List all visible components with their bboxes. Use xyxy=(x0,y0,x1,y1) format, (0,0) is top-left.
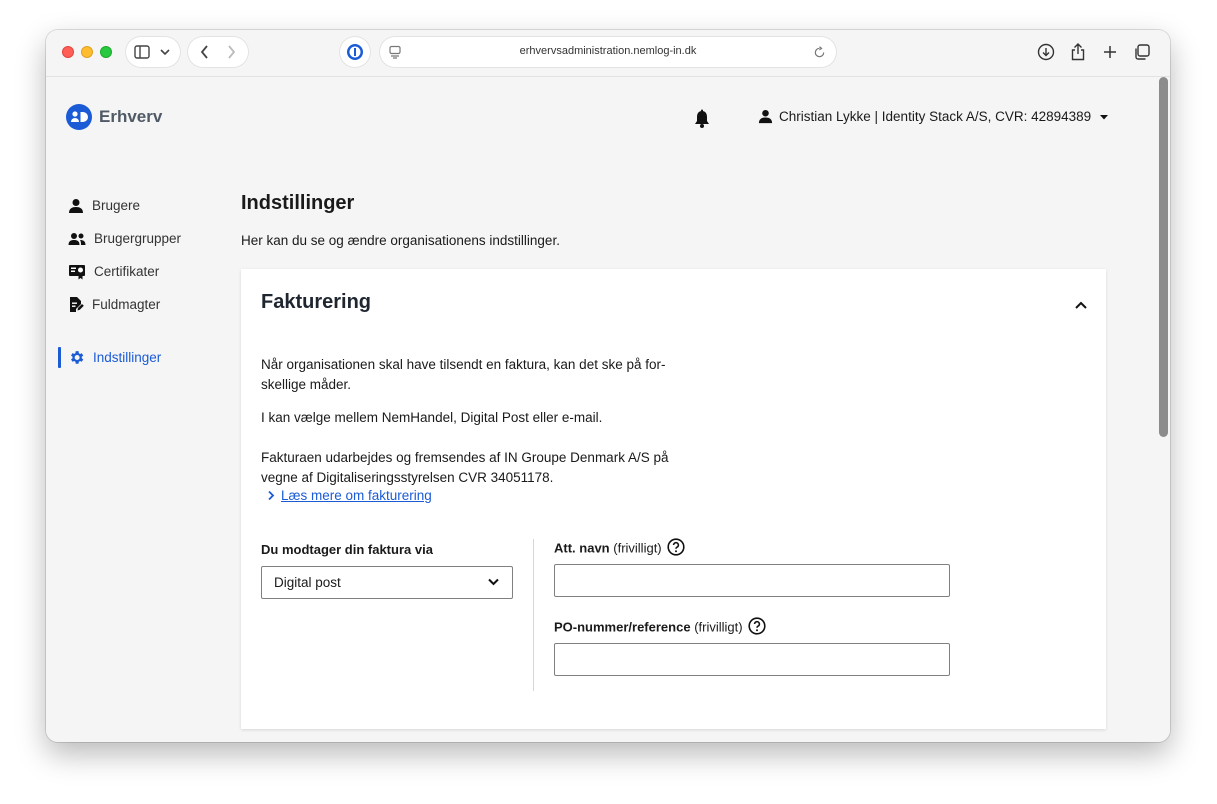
url-text: erhvervsadministration.nemlog-in.dk xyxy=(519,45,697,57)
page-title: Indstillinger xyxy=(241,192,355,214)
fakturering-card: Fakturering Når organisationen skal have… xyxy=(241,269,1106,729)
minimize-window-button[interactable] xyxy=(81,46,93,58)
bell-icon xyxy=(695,109,709,128)
column-divider xyxy=(533,539,534,691)
brand-logo[interactable]: Erhverv xyxy=(66,104,162,130)
att-label-text: Att. navn xyxy=(554,540,610,556)
billing-provider-text: Fakturaen udarbejdes og fremsendes af IN… xyxy=(261,450,669,485)
card-title: Fakturering xyxy=(261,291,372,313)
sidebar-item-label: Certifikater xyxy=(94,264,160,279)
chevron-down-icon xyxy=(160,49,170,56)
billing-options-text: I kan vælge mellem NemHandel, Digital Po… xyxy=(261,410,603,425)
share-button[interactable] xyxy=(1064,37,1092,67)
forward-button[interactable] xyxy=(218,39,244,65)
att-optional-text: (frivilligt) xyxy=(613,540,662,556)
document-edit-icon xyxy=(70,297,84,312)
browser-actions xyxy=(1032,37,1156,67)
sidebar-item-label: Indstillinger xyxy=(93,350,162,365)
tab-overview-button[interactable] xyxy=(1128,37,1156,67)
notifications-button[interactable] xyxy=(693,109,711,134)
sidebar-item-label: Fuldmagter xyxy=(92,297,161,312)
caret-down-icon xyxy=(1100,114,1109,119)
downloads-button[interactable] xyxy=(1032,37,1060,67)
page-description: Her kan du se og ændre organisationens i… xyxy=(241,233,560,248)
password-manager-icon xyxy=(347,44,363,60)
page-content: Erhverv Christian Lykke | Identity Stack… xyxy=(46,77,1170,742)
browser-window: erhvervsadministration.nemlog-in.dk Erhv… xyxy=(46,30,1170,742)
att-label: Att. navn (frivilligt) xyxy=(554,538,685,558)
chevron-right-icon xyxy=(268,490,275,501)
sidebar-item-indstillinger[interactable]: Indstillinger xyxy=(58,341,226,374)
plus-icon xyxy=(1104,46,1116,58)
read-more-link[interactable]: Læs mere om fakturering xyxy=(267,488,432,503)
password-manager-button[interactable] xyxy=(340,37,370,67)
sidebar-toggle-button[interactable] xyxy=(126,37,180,67)
delivery-label: Du modtager din faktura via xyxy=(261,542,433,557)
sidebar-item-certifikater[interactable]: Certifikater xyxy=(66,255,226,288)
back-button[interactable] xyxy=(192,39,218,65)
sidebar-item-label: Brugergrupper xyxy=(94,231,182,246)
erhverv-logo-icon xyxy=(66,104,92,130)
help-icon xyxy=(748,617,766,635)
person-icon xyxy=(758,109,773,124)
sidebar-nav: Brugere Brugergrupper Certifikater Fuldm… xyxy=(58,189,226,374)
gear-icon xyxy=(71,351,84,364)
collapse-button[interactable] xyxy=(1074,297,1088,315)
close-window-button[interactable] xyxy=(62,46,74,58)
user-menu[interactable]: Christian Lykke | Identity Stack A/S, CV… xyxy=(758,109,1109,124)
att-help-button[interactable] xyxy=(667,538,685,556)
sidebar-icon xyxy=(134,45,150,59)
new-tab-button[interactable] xyxy=(1096,37,1124,67)
chevron-right-icon xyxy=(228,45,236,59)
sidebar-item-label: Brugere xyxy=(92,198,141,213)
download-icon xyxy=(1037,43,1055,61)
chevron-left-icon xyxy=(200,45,208,59)
active-indicator xyxy=(58,347,61,368)
zoom-window-button[interactable] xyxy=(100,46,112,58)
chevron-up-icon xyxy=(1075,301,1087,309)
chevron-down-icon xyxy=(488,578,499,586)
sidebar-item-fuldmagter[interactable]: Fuldmagter xyxy=(66,288,226,321)
po-label: PO-nummer/reference (frivilligt) xyxy=(554,617,766,637)
share-icon xyxy=(1071,43,1085,61)
browser-toolbar: erhvervsadministration.nemlog-in.dk xyxy=(46,30,1170,77)
att-name-input[interactable] xyxy=(554,564,950,597)
sidebar-item-brugergrupper[interactable]: Brugergrupper xyxy=(66,222,226,255)
person-icon xyxy=(69,198,83,213)
billing-info-text: Når organisationen skal have tilsendt en… xyxy=(261,357,666,392)
user-menu-label: Christian Lykke | Identity Stack A/S, CV… xyxy=(779,109,1092,124)
delivery-select-value: Digital post xyxy=(274,575,341,590)
tabs-icon xyxy=(1135,44,1150,60)
sidebar-item-brugere[interactable]: Brugere xyxy=(66,189,226,222)
po-label-text: PO-nummer/reference xyxy=(554,619,691,635)
reload-icon[interactable] xyxy=(813,46,826,59)
certificate-icon xyxy=(69,264,85,279)
delivery-select[interactable]: Digital post xyxy=(261,566,513,599)
help-icon xyxy=(667,538,685,556)
address-bar[interactable]: erhvervsadministration.nemlog-in.dk xyxy=(340,37,836,67)
po-reference-input[interactable] xyxy=(554,643,950,676)
history-nav xyxy=(188,37,248,67)
read-more-label: Læs mere om fakturering xyxy=(281,488,432,503)
brand-name: Erhverv xyxy=(99,107,163,126)
people-icon xyxy=(68,232,86,245)
po-optional-text: (frivilligt) xyxy=(694,619,743,635)
po-help-button[interactable] xyxy=(748,617,766,635)
page-scrollbar[interactable] xyxy=(1159,77,1168,437)
